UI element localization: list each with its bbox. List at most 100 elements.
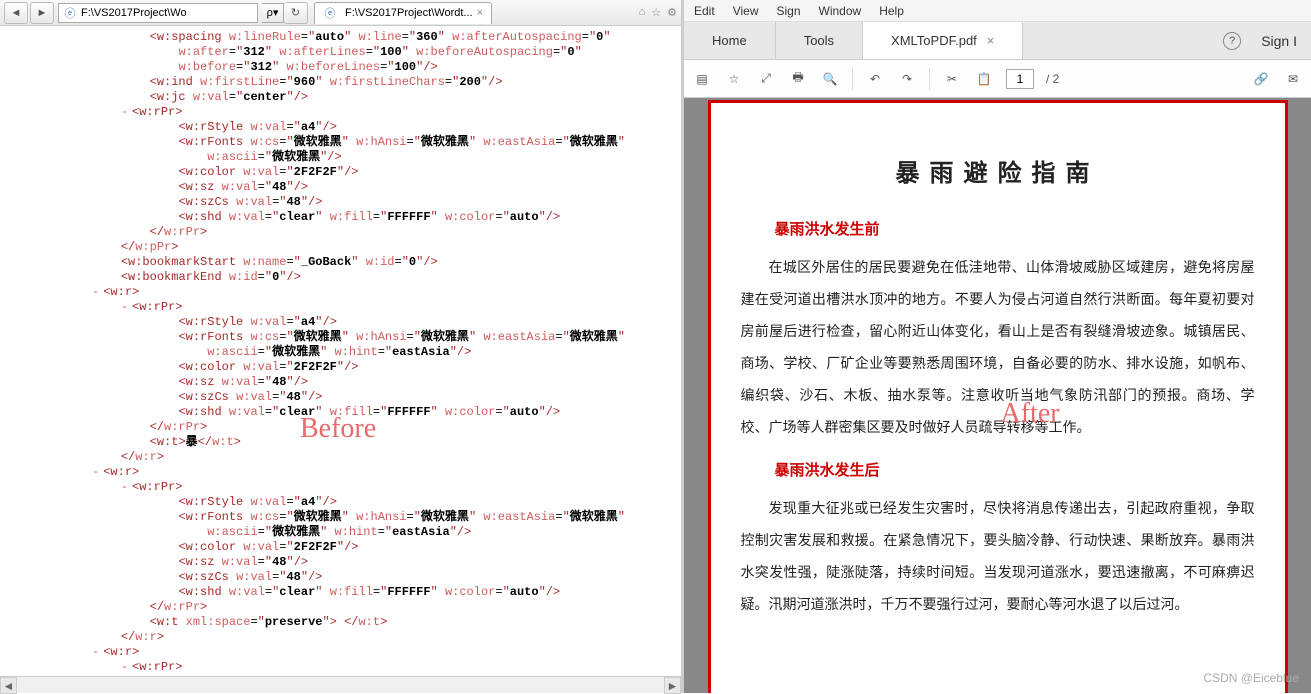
doc-paragraph: 在城区外居住的居民要避免在低洼地带、山体滑坡威胁区域建房，避免将房屋建在受河道出…	[741, 253, 1255, 445]
clipboard-icon[interactable]: 📋	[974, 69, 994, 89]
close-icon[interactable]: ×	[477, 7, 483, 19]
browser-tab[interactable]: ⓔ F:\VS2017Project\Wordt... ×	[314, 2, 492, 24]
xml-content[interactable]: <w:spacing w:lineRule="auto" w:line="360…	[0, 26, 681, 676]
redo-icon[interactable]: ↷	[897, 69, 917, 89]
home-icon[interactable]: ⌂	[639, 6, 646, 19]
doc-title: 暴雨避险指南	[741, 153, 1255, 188]
xml-line: <w:sz w:val="48"/>	[20, 375, 673, 390]
cut-icon[interactable]: ✂	[942, 69, 962, 89]
signin-button[interactable]: Sign I	[1261, 33, 1297, 49]
xml-line: <w:rFonts w:cs="微软雅黑" w:hAnsi="微软雅黑" w:e…	[20, 330, 673, 345]
xml-line: </w:r>	[20, 450, 673, 465]
xml-line: <w:sz w:val="48"/>	[20, 555, 673, 570]
xml-line: <w:szCs w:val="48"/>	[20, 195, 673, 210]
xml-line: <w:color w:val="2F2F2F"/>	[20, 540, 673, 555]
collapse-icon[interactable]: -	[92, 645, 103, 659]
xml-line: <w:spacing w:lineRule="auto" w:line="360…	[20, 30, 673, 45]
collapse-icon[interactable]: -	[121, 660, 132, 674]
xml-line: <w:jc w:val="center"/>	[20, 90, 673, 105]
pdf-toolbar: ▤ ☆ ⤢ 🖶 🔍 ↶ ↷ ✂ 📋 / 2 🔗 ✉	[684, 60, 1311, 98]
xml-line: <w:szCs w:val="48"/>	[20, 390, 673, 405]
xml-line: w:ascii="微软雅黑"/>	[20, 150, 673, 165]
page-input[interactable]	[1006, 69, 1034, 89]
xml-line: -<w:rPr>	[20, 105, 673, 120]
xml-line: <w:rStyle w:val="a4"/>	[20, 120, 673, 135]
undo-icon[interactable]: ↶	[865, 69, 885, 89]
doc-paragraph: 发现重大征兆或已经发生灾害时，尽快将消息传递出去，引起政府重视，争取控制灾害发展…	[741, 494, 1255, 622]
xml-line: <w:ind w:firstLine="960" w:firstLineChar…	[20, 75, 673, 90]
xml-line: <w:rFonts w:cs="微软雅黑" w:hAnsi="微软雅黑" w:e…	[20, 135, 673, 150]
ie-icon: ⓔ	[63, 6, 77, 20]
xml-line: -<w:rPr>	[20, 300, 673, 315]
pdf-tabbar: Home Tools XMLToPDF.pdf × ? Sign I	[684, 22, 1311, 60]
horizontal-scrollbar[interactable]: ◄ ►	[0, 676, 681, 693]
tab-document[interactable]: XMLToPDF.pdf ×	[863, 22, 1023, 59]
search-button[interactable]: ρ ▾	[262, 3, 284, 23]
pdf-menubar: Edit View Sign Window Help	[684, 0, 1311, 22]
xml-line: <w:szCs w:val="48"/>	[20, 570, 673, 585]
help-icon[interactable]: ?	[1223, 32, 1241, 50]
back-button[interactable]: ◄	[4, 2, 28, 24]
xml-line: -<w:r>	[20, 285, 673, 300]
menu-window[interactable]: Window	[819, 4, 862, 18]
xml-line: w:before="312" w:beforeLines="100"/>	[20, 60, 673, 75]
xml-line: </w:rPr>	[20, 600, 673, 615]
xml-line: <w:shd w:val="clear" w:fill="FFFFFF" w:c…	[20, 585, 673, 600]
xml-line: <w:shd w:val="clear" w:fill="FFFFFF" w:c…	[20, 210, 673, 225]
mail-icon[interactable]: ✉	[1283, 69, 1303, 89]
ie-icon: ⓔ	[323, 6, 337, 20]
refresh-button[interactable]: ↻	[284, 2, 308, 24]
pdf-page: 暴雨避险指南 暴雨洪水发生前 在城区外居住的居民要避免在低洼地带、山体滑坡威胁区…	[708, 100, 1288, 693]
address-text: F:\VS2017Project\Wo	[81, 7, 187, 19]
link-icon[interactable]: 🔗	[1251, 69, 1271, 89]
menu-edit[interactable]: Edit	[694, 4, 715, 18]
forward-button[interactable]: ►	[30, 2, 54, 24]
collapse-icon[interactable]: -	[92, 465, 103, 479]
collapse-icon[interactable]: -	[121, 105, 132, 119]
zoom-icon[interactable]: ⤢	[756, 69, 776, 89]
xml-line: <w:rStyle w:val="a4"/>	[20, 675, 673, 676]
xml-line: <w:bookmarkEnd w:id="0"/>	[20, 270, 673, 285]
xml-line: w:ascii="微软雅黑" w:hint="eastAsia"/>	[20, 525, 673, 540]
xml-line: </w:pPr>	[20, 240, 673, 255]
xml-line: <w:t>暴</w:t>	[20, 435, 673, 450]
tab-title: F:\VS2017Project\Wordt...	[345, 7, 473, 19]
xml-line: <w:color w:val="2F2F2F"/>	[20, 360, 673, 375]
scroll-right-icon[interactable]: ►	[664, 677, 681, 694]
collapse-icon[interactable]: -	[121, 300, 132, 314]
tab-home[interactable]: Home	[684, 22, 776, 59]
watermark: CSDN @Eiceblue	[1203, 671, 1299, 685]
doc-heading: 暴雨洪水发生后	[775, 459, 1255, 480]
xml-line: <w:bookmarkStart w:name="_GoBack" w:id="…	[20, 255, 673, 270]
xml-line: <w:t xml:space="preserve"> </w:t>	[20, 615, 673, 630]
xml-line: -<w:rPr>	[20, 480, 673, 495]
address-bar[interactable]: ⓔ F:\VS2017Project\Wo	[58, 3, 258, 23]
collapse-icon[interactable]: -	[121, 480, 132, 494]
xml-line: <w:sz w:val="48"/>	[20, 180, 673, 195]
star-icon[interactable]: ☆	[724, 69, 744, 89]
scroll-left-icon[interactable]: ◄	[0, 677, 17, 694]
xml-line: <w:rStyle w:val="a4"/>	[20, 495, 673, 510]
ie-window: ◄ ► ⓔ F:\VS2017Project\Wo ρ ▾ ↻ ⓔ F:\VS2…	[0, 0, 684, 693]
ie-titlebar: ◄ ► ⓔ F:\VS2017Project\Wo ρ ▾ ↻ ⓔ F:\VS2…	[0, 0, 681, 26]
gear-icon[interactable]: ⚙	[667, 6, 677, 19]
page-total: / 2	[1046, 72, 1059, 86]
xml-line: -<w:r>	[20, 465, 673, 480]
sidebar-icon[interactable]: ▤	[692, 69, 712, 89]
xml-line: <w:rFonts w:cs="微软雅黑" w:hAnsi="微软雅黑" w:e…	[20, 510, 673, 525]
tab-tools[interactable]: Tools	[776, 22, 863, 59]
xml-line: <w:rStyle w:val="a4"/>	[20, 315, 673, 330]
print-icon[interactable]: 🖶	[788, 69, 808, 89]
menu-sign[interactable]: Sign	[776, 4, 800, 18]
xml-line: <w:shd w:val="clear" w:fill="FFFFFF" w:c…	[20, 405, 673, 420]
collapse-icon[interactable]: -	[92, 285, 103, 299]
search-icon[interactable]: 🔍	[820, 69, 840, 89]
doc-heading: 暴雨洪水发生前	[775, 218, 1255, 239]
xml-line: -<w:r>	[20, 645, 673, 660]
xml-line: <w:color w:val="2F2F2F"/>	[20, 165, 673, 180]
menu-help[interactable]: Help	[879, 4, 904, 18]
close-icon[interactable]: ×	[987, 33, 995, 48]
star-icon[interactable]: ☆	[651, 6, 661, 19]
pdf-viewport[interactable]: 暴雨避险指南 暴雨洪水发生前 在城区外居住的居民要避免在低洼地带、山体滑坡威胁区…	[684, 98, 1311, 693]
menu-view[interactable]: View	[733, 4, 759, 18]
